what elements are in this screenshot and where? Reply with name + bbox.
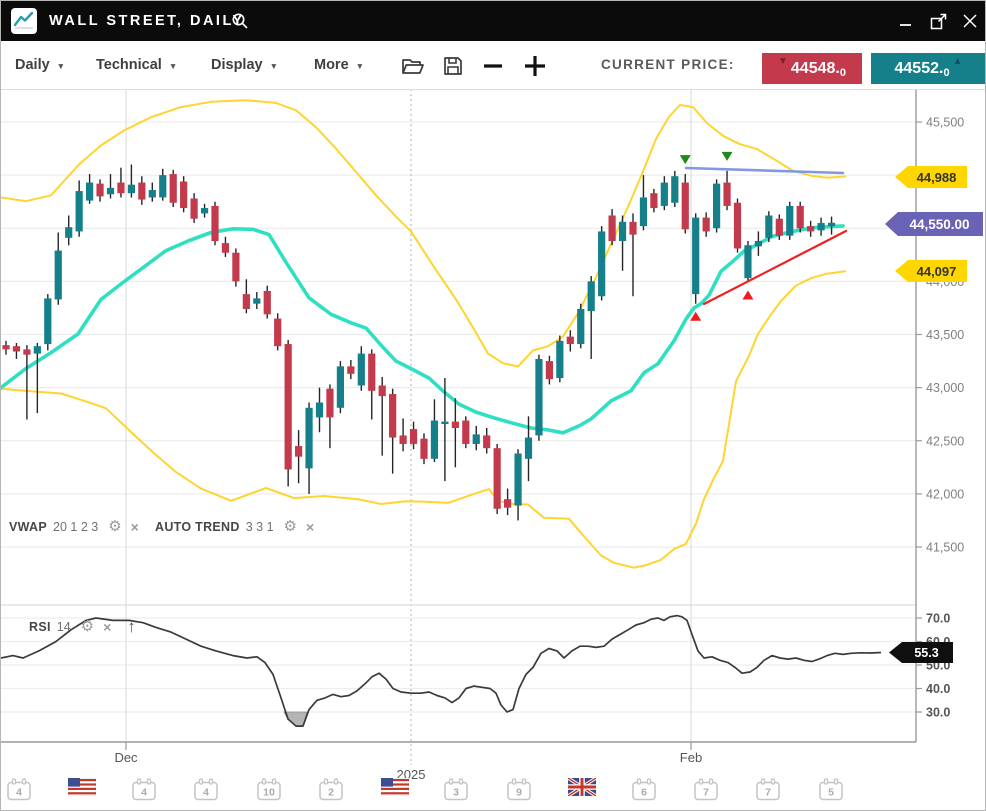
- auto-trend-params: 3 3 1: [246, 520, 274, 534]
- svg-text:9: 9: [516, 787, 522, 799]
- calendar-event-icon[interactable]: 6: [631, 778, 657, 807]
- gear-icon[interactable]: ⚙: [284, 521, 297, 533]
- display-dropdown[interactable]: Display ▼: [211, 41, 278, 89]
- svg-text:2: 2: [328, 787, 334, 799]
- svg-text:5: 5: [828, 787, 834, 799]
- zoom-out-button[interactable]: [480, 53, 506, 79]
- close-icon[interactable]: [961, 12, 979, 30]
- svg-text:3: 3: [453, 787, 459, 799]
- minimize-button[interactable]: [897, 12, 915, 30]
- calendar-event-icon[interactable]: 4: [6, 778, 32, 807]
- save-icon[interactable]: [440, 53, 466, 79]
- calendar-event-icon[interactable]: 7: [693, 778, 719, 807]
- arrow-up-icon[interactable]: ↑: [127, 620, 136, 634]
- search-icon[interactable]: [231, 12, 249, 30]
- rsi-params: 14: [57, 620, 71, 634]
- remove-indicator-icon[interactable]: ×: [306, 521, 314, 533]
- title-bar: WALL STREET, DAILY: [1, 1, 986, 41]
- candles: [2, 165, 835, 521]
- svg-text:41,500: 41,500: [926, 541, 964, 555]
- calendar-event-icon[interactable]: 9: [506, 778, 532, 807]
- arrow-down-icon: ▼: [778, 53, 791, 67]
- zoom-in-button[interactable]: [522, 53, 548, 79]
- remove-indicator-icon[interactable]: ×: [131, 521, 139, 533]
- display-dropdown-label: Display: [211, 57, 263, 73]
- price-gridlines: [1, 122, 916, 712]
- svg-text:30.0: 30.0: [926, 706, 950, 720]
- svg-text:45,500: 45,500: [926, 116, 964, 130]
- remove-indicator-icon[interactable]: ×: [103, 621, 111, 633]
- event-icon-row: 4 4 4 10 2 3: [1, 778, 986, 806]
- calendar-event-icon[interactable]: 2: [318, 778, 344, 807]
- svg-text:4: 4: [203, 787, 209, 799]
- ask-price: 44552: [895, 60, 940, 78]
- buy-price-button[interactable]: 44552.0▲: [871, 53, 986, 84]
- timeframe-dropdown-label: Daily: [15, 57, 50, 73]
- upper-band-price-badge: 44,988: [895, 166, 967, 188]
- technical-dropdown-label: Technical: [96, 57, 162, 73]
- svg-text:43,500: 43,500: [926, 328, 964, 342]
- svg-text:10: 10: [263, 787, 275, 799]
- chevron-down-icon: ▼: [57, 59, 65, 71]
- app-logo-icon: [11, 8, 37, 34]
- rsi-label: RSI: [29, 620, 51, 634]
- last-price-badge: 44,550.00: [885, 212, 983, 236]
- svg-text:43,000: 43,000: [926, 381, 964, 395]
- calendar-event-icon[interactable]: 10: [256, 778, 282, 807]
- svg-text:7: 7: [703, 787, 709, 799]
- auto-trend-label: AUTO TREND: [155, 520, 240, 534]
- window-controls: [897, 1, 979, 41]
- chevron-down-icon: ▼: [356, 59, 364, 71]
- svg-text:42,500: 42,500: [926, 434, 964, 448]
- more-dropdown-label: More: [314, 57, 349, 73]
- calendar-event-icon[interactable]: 4: [131, 778, 157, 807]
- rsi-indicator-row: RSI 14 ⚙ × ↑: [29, 620, 136, 634]
- vwap-line: [1, 226, 843, 433]
- rsi-value-badge: 55.3: [889, 642, 953, 663]
- gear-icon[interactable]: ⚙: [108, 521, 121, 533]
- svg-text:6: 6: [641, 787, 647, 799]
- lower-band-price-badge: 44,097: [895, 260, 967, 282]
- axis-labels: 45,50045,00044,50044,00043,50043,00042,5…: [926, 116, 964, 720]
- flag-us-icon[interactable]: [381, 778, 409, 801]
- bid-price: 44548: [791, 60, 836, 78]
- chart-window: WALL STREET, DAILY Daily: [0, 0, 986, 811]
- calendar-event-icon[interactable]: 5: [818, 778, 844, 807]
- calendar-event-icon[interactable]: 4: [193, 778, 219, 807]
- svg-text:70.0: 70.0: [926, 612, 950, 626]
- open-folder-icon[interactable]: [399, 53, 425, 79]
- trend-line-resistance: [686, 168, 843, 173]
- chevron-down-icon: ▼: [169, 59, 177, 71]
- calendar-event-icon[interactable]: 3: [443, 778, 469, 807]
- month-label-feb: Feb: [673, 750, 709, 765]
- auto-trend-indicator-row: AUTO TREND 3 3 1 ⚙ ×: [155, 520, 314, 534]
- price-chart-canvas[interactable]: 45,50045,00044,50044,00043,50043,00042,5…: [1, 1, 986, 811]
- svg-text:40.0: 40.0: [926, 682, 950, 696]
- bollinger-upper-band: [1, 100, 846, 366]
- sell-price-button[interactable]: ▼44548.0: [762, 53, 862, 84]
- svg-text:4: 4: [16, 787, 22, 799]
- vwap-indicator-row: VWAP 20 1 2 3 ⚙ ×: [9, 520, 139, 534]
- flag-us-icon[interactable]: [68, 778, 96, 801]
- chevron-down-icon: ▼: [270, 59, 278, 71]
- timeframe-dropdown[interactable]: Daily ▼: [15, 41, 65, 89]
- arrow-up-icon: ▲: [950, 53, 963, 67]
- axis-ticks: [916, 122, 922, 712]
- gear-icon[interactable]: ⚙: [81, 621, 94, 633]
- current-price-label: CURRENT PRICE:: [601, 41, 735, 89]
- svg-text:4: 4: [141, 787, 147, 799]
- vwap-label: VWAP: [9, 520, 47, 534]
- calendar-event-icon[interactable]: 7: [755, 778, 781, 807]
- month-label-dec: Dec: [106, 750, 146, 765]
- more-dropdown[interactable]: More ▼: [314, 41, 364, 89]
- svg-text:7: 7: [765, 787, 771, 799]
- vwap-params: 20 1 2 3: [53, 520, 98, 534]
- flag-gb-icon[interactable]: [568, 778, 596, 801]
- window-title: WALL STREET, DAILY: [49, 1, 245, 41]
- popout-button[interactable]: [929, 12, 947, 30]
- svg-text:42,000: 42,000: [926, 487, 964, 501]
- technical-dropdown[interactable]: Technical ▼: [96, 41, 177, 89]
- time-gridlines: [126, 89, 691, 765]
